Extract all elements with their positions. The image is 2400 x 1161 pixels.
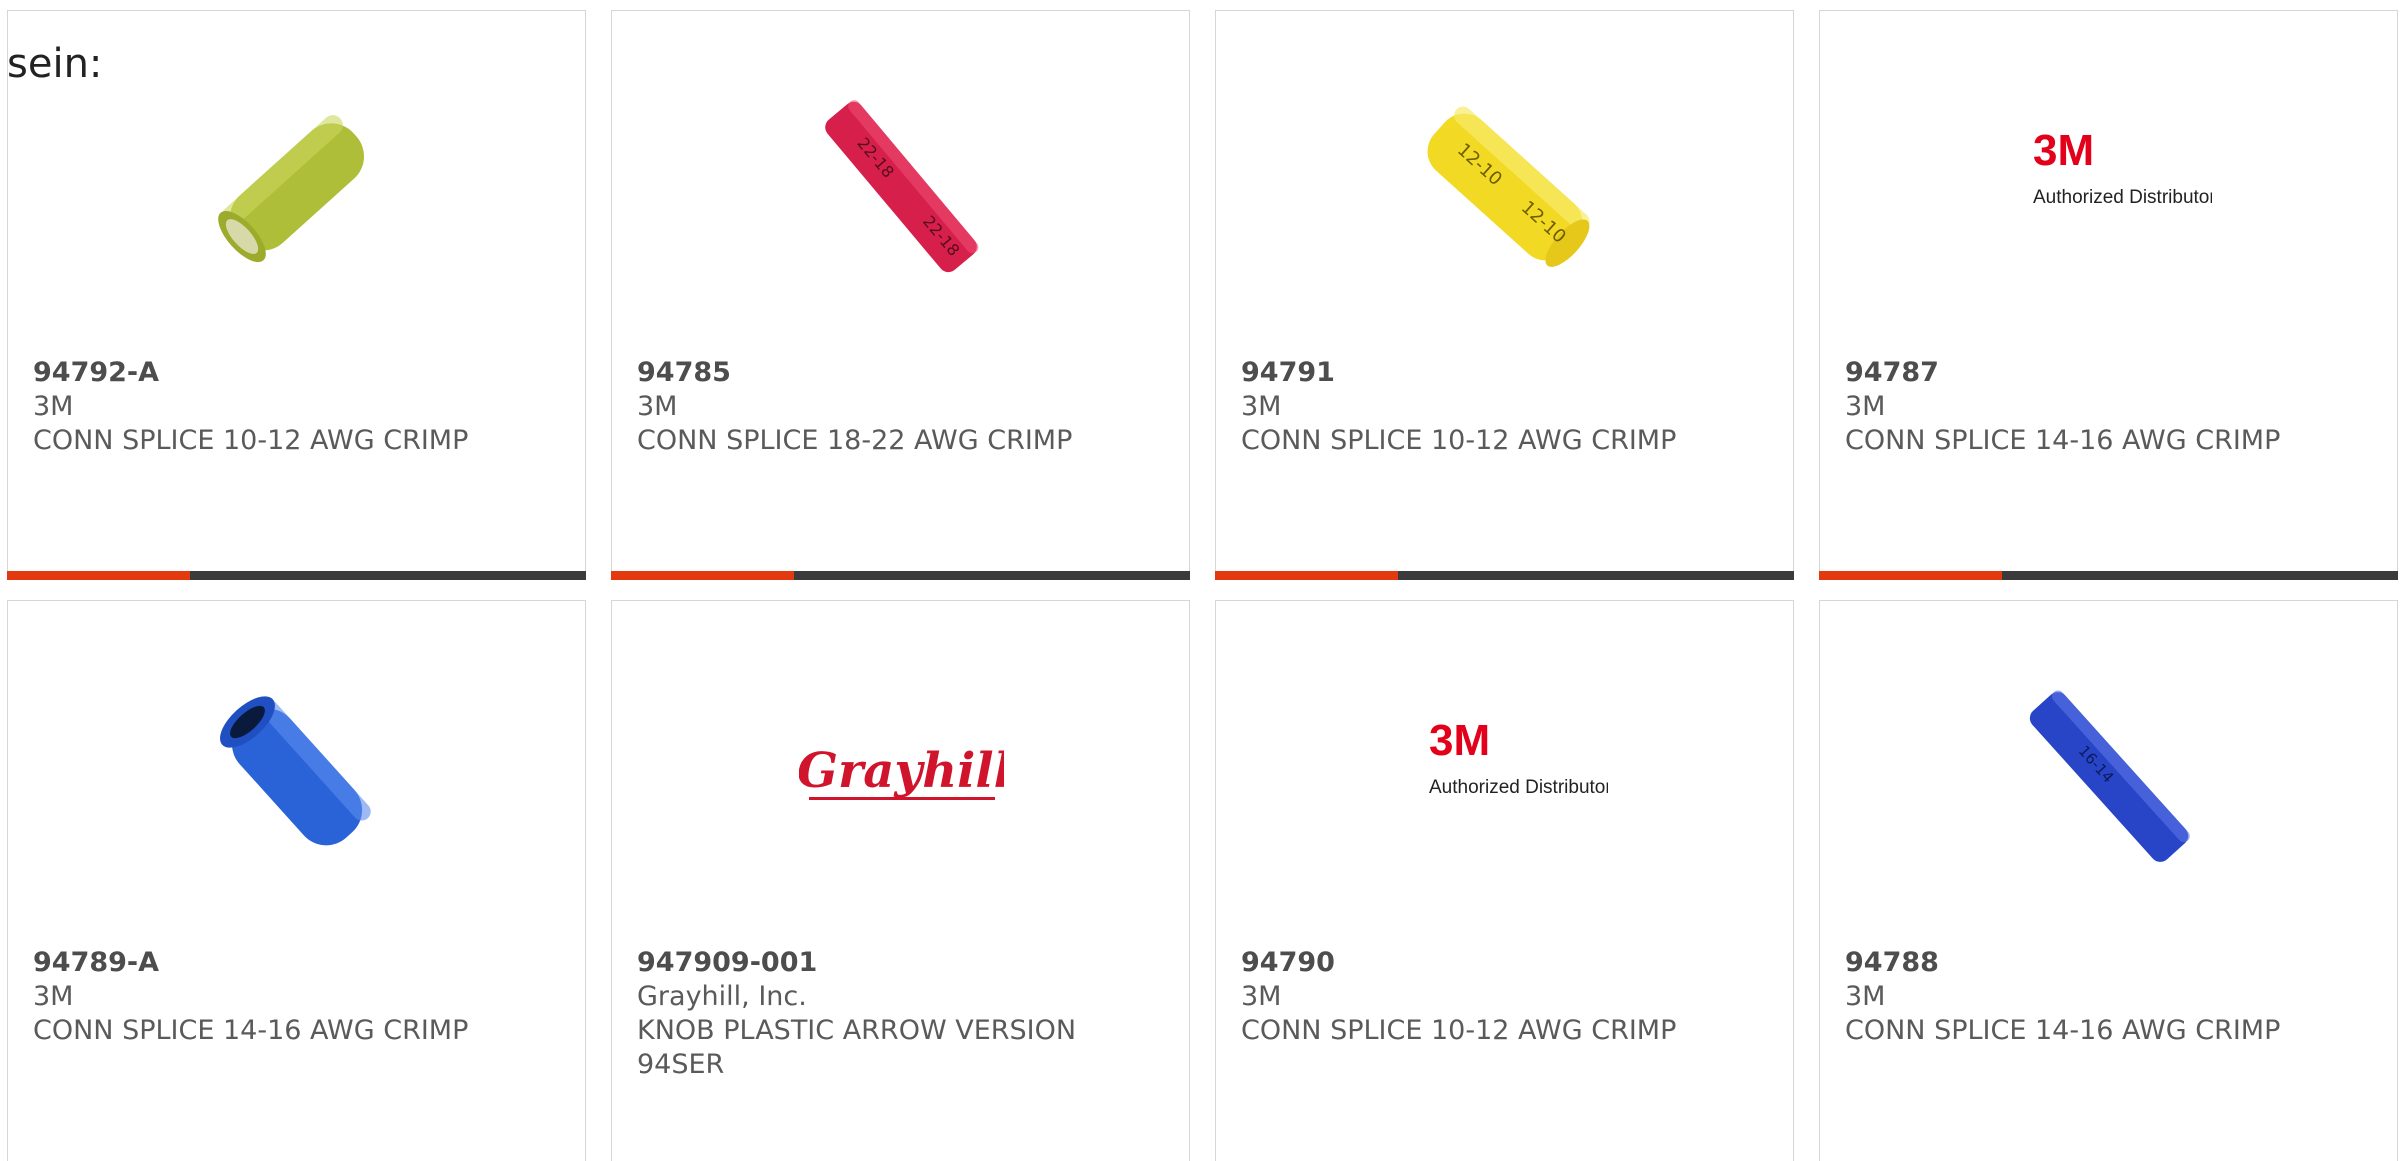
manufacturer: 3M	[1241, 391, 1282, 422]
product-image[interactable]	[195, 675, 400, 880]
description: CONN SPLICE 10-12 AWG CRIMP	[1241, 1015, 1677, 1046]
3m-logo-mark: 3M	[2033, 126, 2094, 175]
product-card[interactable]: 94792-A 3M CONN SPLICE 10-12 AWG CRIMP	[7, 10, 586, 580]
product-card[interactable]: 16-14 94788 3M CONN SPLICE 14-16 AWG CRI…	[1819, 600, 2398, 1161]
card-accent-bar	[611, 571, 794, 580]
part-number[interactable]: 94790	[1241, 946, 1335, 980]
product-card[interactable]: 12-10 12-10 94791 3M CONN SPLICE 10-12 A…	[1215, 10, 1794, 580]
card-bottom-bar	[1819, 571, 2398, 580]
part-number[interactable]: 94788	[1845, 946, 1939, 980]
part-number[interactable]: 94787	[1845, 356, 1939, 390]
card-accent-bar	[1215, 571, 1398, 580]
part-number[interactable]: 94789-A	[33, 946, 159, 980]
product-image[interactable]: 22-18 22-18	[799, 85, 1004, 290]
card-bottom-bar	[7, 571, 586, 580]
manufacturer: Grayhill, Inc.	[637, 981, 807, 1012]
manufacturer: 3M	[33, 981, 74, 1012]
product-card[interactable]: 3M Authorized Distributor 94790 3M CONN …	[1215, 600, 1794, 1161]
card-bottom-bar	[1215, 571, 1794, 580]
product-image[interactable]: 3M Authorized Distributor	[2007, 85, 2212, 290]
description: CONN SPLICE 14-16 AWG CRIMP	[1845, 1015, 2281, 1046]
part-number[interactable]: 947909-001	[637, 946, 817, 980]
product-image[interactable]: Grayhill	[799, 675, 1004, 880]
product-image[interactable]: 16-14	[2007, 675, 2212, 880]
description: CONN SPLICE 10-12 AWG CRIMP	[1241, 425, 1677, 456]
description: CONN SPLICE 14-16 AWG CRIMP	[33, 1015, 469, 1046]
description: CONN SPLICE 18-22 AWG CRIMP	[637, 425, 1073, 456]
logo-caption: Authorized Distributor	[1429, 777, 1608, 798]
product-card[interactable]: Grayhill 947909-001 Grayhill, Inc. KNOB …	[611, 600, 1190, 1161]
description: KNOB PLASTIC ARROW VERSION 94SER	[637, 1015, 1077, 1080]
description: CONN SPLICE 10-12 AWG CRIMP	[33, 425, 469, 456]
part-number[interactable]: 94791	[1241, 356, 1335, 390]
product-card[interactable]: 94789-A 3M CONN SPLICE 14-16 AWG CRIMP	[7, 600, 586, 1161]
card-accent-bar	[7, 571, 190, 580]
product-image[interactable]: 12-10 12-10	[1403, 85, 1608, 290]
card-accent-bar	[1819, 571, 2002, 580]
sein-label: sein:	[7, 41, 103, 87]
part-number[interactable]: 94785	[637, 356, 731, 390]
product-grid: 94792-A 3M CONN SPLICE 10-12 AWG CRIMP 2…	[0, 0, 2400, 1161]
manufacturer: 3M	[33, 391, 74, 422]
manufacturer: 3M	[1845, 391, 1886, 422]
product-image[interactable]	[195, 85, 400, 290]
card-bottom-bar	[611, 571, 1190, 580]
3m-logo-mark: 3M	[1429, 716, 1490, 765]
logo-caption: Authorized Distributor	[2033, 187, 2212, 208]
product-image[interactable]: 3M Authorized Distributor	[1403, 675, 1608, 880]
description: CONN SPLICE 14-16 AWG CRIMP	[1845, 425, 2281, 456]
part-number[interactable]: 94792-A	[33, 356, 159, 390]
grayhill-logo-mark: Grayhill	[799, 743, 1004, 799]
product-card[interactable]: 3M Authorized Distributor 94787 3M CONN …	[1819, 10, 2398, 580]
product-card[interactable]: 22-18 22-18 94785 3M CONN SPLICE 18-22 A…	[611, 10, 1190, 580]
manufacturer: 3M	[1241, 981, 1282, 1012]
manufacturer: 3M	[1845, 981, 1886, 1012]
manufacturer: 3M	[637, 391, 678, 422]
